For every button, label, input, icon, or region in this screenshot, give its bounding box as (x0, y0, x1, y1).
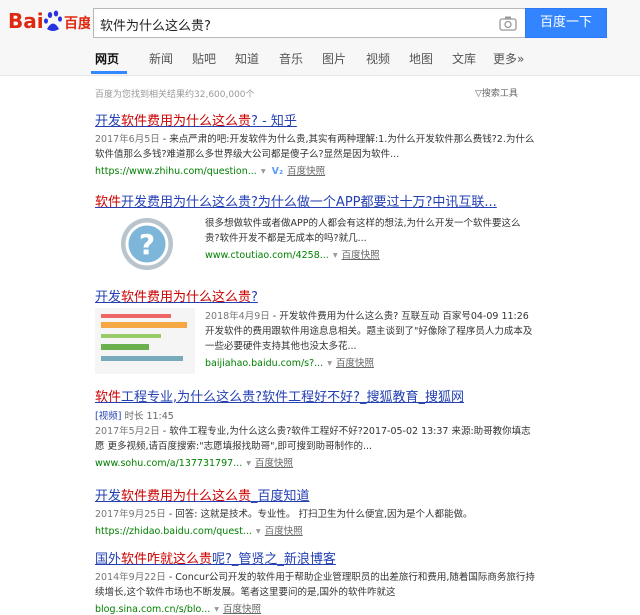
tab-web[interactable]: 网页 (95, 50, 119, 67)
question-mark-thumbnail[interactable]: ? (95, 211, 195, 277)
tab-music[interactable]: 音乐 (279, 50, 303, 67)
tab-images[interactable]: 图片 (322, 50, 346, 67)
video-tag: [视频] (95, 411, 122, 422)
video-info: [视频] 时长 11:45 (95, 408, 535, 422)
snapshot-link[interactable]: 百度快照 (265, 526, 303, 537)
snapshot-link[interactable]: 百度快照 (287, 166, 325, 177)
result-snippet: 2017年9月25日 - 回答: 这就是技术。专业性。 打扫卫生为什么便宜,因为… (95, 509, 473, 520)
result-url[interactable]: https://www.zhihu.com/question... ▾ V₂ 百度快照 (95, 163, 535, 177)
result-snippet: 2017年5月2日 - 软件工程专业,为什么这么贵?软件工程好不好?2017-0… (95, 426, 531, 452)
search-tools[interactable]: ▽搜索工具 (475, 86, 518, 99)
svg-text:Bai: Bai (8, 9, 44, 33)
result-date: 2018年4月9日 (205, 311, 270, 322)
dropdown-arrow-icon[interactable]: ▾ (214, 604, 219, 615)
result-date: 2014年9月22日 (95, 572, 166, 583)
search-input[interactable]: 软件为什么这么贵? (93, 8, 525, 38)
search-result: 开发软件费用为什么这么贵_百度知道 2017年9月25日 - 回答: 这就是技术… (95, 485, 535, 537)
tab-video[interactable]: 视频 (366, 50, 390, 67)
dropdown-arrow-icon[interactable]: ▾ (327, 358, 332, 369)
result-snippet: 很多想做软件或者做APP的人都会有这样的想法,为什么开发一个软件要这么贵?软件开… (205, 218, 521, 244)
search-result: 软件开发费用为什么这么贵?为什么做一个APP都要过十万?中讯互联... ? 很多… (95, 191, 535, 277)
result-url[interactable]: https://zhidao.baidu.com/quest... ▾ 百度快照 (95, 523, 535, 537)
search-result: 软件工程专业,为什么这么贵?软件工程好不好?_搜狐教育_搜狐网 [视频] 时长 … (95, 386, 535, 469)
filter-icon: ▽ (475, 89, 482, 99)
active-tab-indicator (91, 71, 127, 74)
video-duration: 时长 11:45 (124, 411, 174, 422)
result-snippet: 2018年4月9日 - 开发软件费用为什么这么贵? 互联互动 百家号04-09 … (205, 311, 533, 352)
result-date: 2017年5月2日 (95, 426, 160, 437)
camera-icon[interactable] (499, 15, 517, 31)
paw-icon (44, 10, 62, 31)
baidu-logo[interactable]: Bai 百度 (8, 6, 90, 36)
result-snippet: 2017年6月5日 - 来点严肃的吧:开发软件为什么贵,其实有两种理解:1.为什… (95, 134, 535, 160)
header-bar: Bai 百度 软件为什么这么贵? 百度一下 网页 新闻 贴吧 知道 音乐 图片 … (0, 0, 640, 76)
chart-thumbnail[interactable] (95, 308, 195, 374)
search-tools-label: 搜索工具 (481, 89, 518, 99)
tab-more[interactable]: 更多» (493, 50, 524, 67)
tab-tieba[interactable]: 贴吧 (192, 50, 216, 67)
dropdown-arrow-icon[interactable]: ▾ (333, 250, 338, 261)
dropdown-arrow-icon[interactable]: ▾ (256, 526, 261, 537)
result-title-link[interactable]: 开发软件费用为什么这么贵_百度知道 (95, 485, 535, 504)
verified-v2-icon: V₂ (271, 166, 284, 177)
search-result: 开发软件费用为什么这么贵? - 知乎 2017年6月5日 - 来点严肃的吧:开发… (95, 110, 535, 177)
result-date: 2017年6月5日 (95, 134, 160, 145)
search-button[interactable]: 百度一下 (525, 8, 607, 38)
logo-text: 百度 (64, 15, 90, 32)
result-count: 百度为您找到相关结果约32,600,000个 (95, 90, 255, 100)
tab-news[interactable]: 新闻 (149, 50, 173, 67)
search-result: 国外软件咋就这么贵呢?_管贤之_新浪博客 2014年9月22日 - Concur… (95, 548, 535, 615)
result-date: 2017年9月25日 (95, 509, 166, 520)
tab-wenku[interactable]: 文库 (452, 50, 476, 67)
result-title-link[interactable]: 软件工程专业,为什么这么贵?软件工程好不好?_搜狐教育_搜狐网 (95, 386, 535, 405)
result-url[interactable]: www.sohu.com/a/137731797... ▾ 百度快照 (95, 455, 535, 469)
dropdown-arrow-icon[interactable]: ▾ (246, 458, 251, 469)
result-title-link[interactable]: 国外软件咋就这么贵呢?_管贤之_新浪博客 (95, 548, 535, 567)
result-snippet: 2014年9月22日 - Concur公司开发的软件用于帮助企业管理职员的出差旅… (95, 572, 535, 598)
result-title-link[interactable]: 软件开发费用为什么这么贵?为什么做一个APP都要过十万?中讯互联... (95, 191, 535, 210)
snapshot-link[interactable]: 百度快照 (223, 604, 261, 615)
snapshot-link[interactable]: 百度快照 (255, 458, 293, 469)
result-title-link[interactable]: 开发软件费用为什么这么贵? - 知乎 (95, 110, 535, 129)
result-url[interactable]: www.ctoutiao.com/4258... ▾ 百度快照 (205, 247, 535, 261)
svg-text:?: ? (139, 228, 155, 261)
result-url[interactable]: blog.sina.com.cn/s/blo... ▾ 百度快照 (95, 601, 535, 615)
snapshot-link[interactable]: 百度快照 (342, 250, 380, 261)
result-url[interactable]: baijiahao.baidu.com/s?... ▾ 百度快照 (205, 355, 535, 369)
dropdown-arrow-icon[interactable]: ▾ (261, 166, 266, 177)
result-title-link[interactable]: 开发软件费用为什么这么贵? (95, 286, 535, 305)
snapshot-link[interactable]: 百度快照 (336, 358, 374, 369)
tab-map[interactable]: 地图 (409, 50, 433, 67)
tab-zhidao[interactable]: 知道 (235, 50, 259, 67)
search-result: 开发软件费用为什么这么贵? 2018年4月9日 - 开发软件费用为什么这么贵? … (95, 286, 535, 376)
search-query: 软件为什么这么贵? (100, 19, 211, 34)
